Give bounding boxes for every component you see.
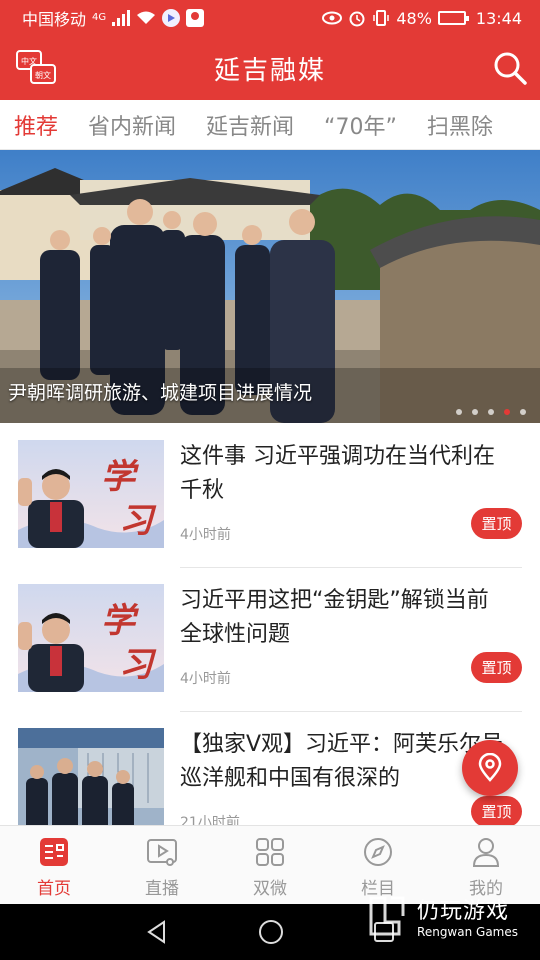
vibrate-icon bbox=[373, 10, 390, 26]
news-thumbnail: 学 习 bbox=[18, 584, 164, 692]
lang-text-top: 中文 bbox=[21, 56, 37, 66]
pinned-badge: 置顶 bbox=[471, 508, 522, 539]
map-app-icon bbox=[186, 9, 205, 27]
live-video-icon bbox=[147, 839, 177, 866]
news-item[interactable]: 【独家V观】习近平：阿芙乐尔号巡洋舰和中国有很深的 21小时前 置顶 bbox=[0, 712, 540, 825]
banner-carousel[interactable]: 尹朝晖调研旅游、城建项目进展情况 bbox=[0, 150, 540, 423]
watermark-logo bbox=[369, 896, 405, 936]
carrier-label: 中国移动 bbox=[22, 10, 87, 29]
carousel-dot-active bbox=[504, 409, 510, 415]
back-icon[interactable] bbox=[144, 919, 170, 945]
search-icon[interactable] bbox=[492, 50, 528, 86]
pinned-badge: 置顶 bbox=[471, 796, 522, 825]
tab-recommend[interactable]: 推荐 bbox=[14, 109, 58, 141]
carousel-dot bbox=[520, 409, 526, 415]
pinned-badge: 置顶 bbox=[471, 652, 522, 683]
watermark-subtitle: Rengwan Games bbox=[417, 925, 518, 939]
tab-yanji-news[interactable]: 延吉新闻 bbox=[206, 109, 294, 141]
svg-text:学: 学 bbox=[101, 601, 139, 641]
svg-text:学: 学 bbox=[101, 457, 139, 497]
news-thumbnail: 学 习 bbox=[18, 440, 164, 548]
watermark-title: 仍玩游戏 bbox=[417, 899, 510, 924]
tab-70-years[interactable]: “70年” bbox=[324, 109, 397, 141]
news-thumbnail bbox=[18, 728, 164, 825]
news-title: 习近平用这把“金钥匙”解锁当前全球性问题 bbox=[180, 588, 489, 647]
clock: 13:44 bbox=[475, 8, 522, 28]
lang-text-bottom: 朝文 bbox=[35, 70, 51, 80]
tab-province-news[interactable]: 省内新闻 bbox=[88, 109, 176, 141]
news-item[interactable]: 学 习 习近平用这把“金钥匙”解锁当前全球性问题 4小时前 置顶 bbox=[0, 568, 540, 712]
signal-icon bbox=[112, 10, 131, 26]
carousel-dot bbox=[456, 409, 462, 415]
location-pin-icon bbox=[478, 753, 502, 782]
banner-caption: 尹朝晖调研旅游、城建项目进展情况 bbox=[8, 382, 313, 404]
status-bar: 中国移动 4G 48% 13:44 bbox=[0, 0, 540, 36]
user-icon bbox=[472, 838, 500, 867]
category-tabs: 推荐 省内新闻 延吉新闻 “70年” 扫黑除 bbox=[0, 100, 540, 150]
home-news-icon bbox=[40, 838, 68, 866]
news-title: 这件事 习近平强调功在当代利在千秋 bbox=[180, 444, 495, 503]
nav-dual-micro[interactable]: 双微 bbox=[216, 826, 324, 904]
news-title: 【独家V观】习近平：阿芙乐尔号巡洋舰和中国有很深的 bbox=[180, 732, 504, 791]
grid-icon bbox=[256, 838, 284, 866]
watermark: 仍玩游戏 Rengwan Games bbox=[365, 893, 518, 939]
wifi-icon bbox=[137, 11, 156, 24]
nav-home[interactable]: 首页 bbox=[0, 826, 108, 904]
nav-live-label: 直播 bbox=[145, 879, 179, 899]
page-title: 延吉融媒 bbox=[213, 55, 326, 86]
svg-text:习: 习 bbox=[119, 501, 157, 541]
compass-icon bbox=[364, 838, 392, 866]
carousel-dot bbox=[472, 409, 478, 415]
battery-icon bbox=[437, 11, 469, 25]
nav-home-label: 首页 bbox=[37, 879, 71, 899]
news-time: 4小时前 bbox=[180, 671, 231, 687]
nav-dual-micro-label: 双微 bbox=[253, 879, 287, 899]
news-time: 4小时前 bbox=[180, 527, 231, 543]
chinese-korean-translate-icon[interactable]: 中文 朝文 bbox=[16, 50, 58, 86]
carousel-dot bbox=[488, 409, 494, 415]
nav-live[interactable]: 直播 bbox=[108, 826, 216, 904]
eye-icon bbox=[322, 11, 343, 25]
location-button[interactable] bbox=[462, 740, 518, 796]
battery-percent: 48% bbox=[396, 8, 432, 28]
app-header: 中文 朝文 延吉融媒 bbox=[0, 36, 540, 100]
network-type: 4G bbox=[92, 12, 107, 23]
video-app-icon bbox=[162, 9, 181, 27]
carousel-indicator bbox=[456, 409, 526, 415]
home-icon[interactable] bbox=[257, 918, 285, 946]
news-item[interactable]: 学 习 这件事 习近平强调功在当代利在千秋 4小时前 置顶 bbox=[0, 424, 540, 568]
tab-anti-crime[interactable]: 扫黑除 bbox=[427, 109, 493, 141]
news-time: 21小时前 bbox=[180, 815, 240, 825]
svg-text:习: 习 bbox=[119, 645, 157, 685]
alarm-icon bbox=[349, 11, 365, 27]
